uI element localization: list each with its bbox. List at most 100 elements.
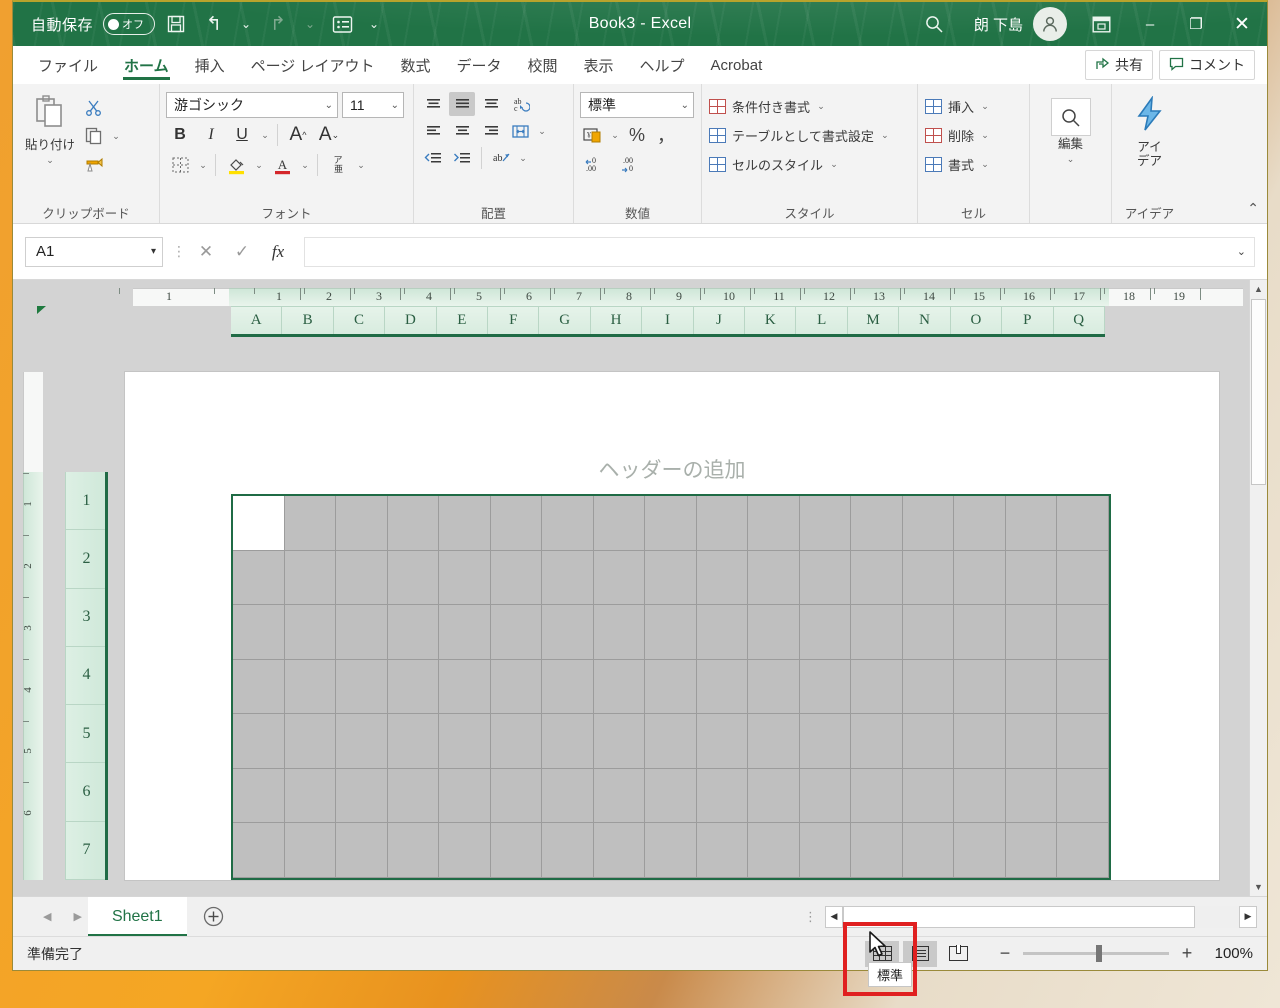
cell-Q3[interactable] bbox=[1057, 605, 1109, 660]
cell-F3[interactable] bbox=[490, 605, 543, 660]
worksheet-canvas[interactable]: 1 1 2 3 4 5 6 7 8 9 10 11 12 13 14 15 16 17 18 19 ABCDEFGHI… bbox=[13, 280, 1267, 896]
cell-I2[interactable] bbox=[645, 550, 697, 606]
cell-A6[interactable] bbox=[233, 768, 285, 824]
cancel-formula-button[interactable]: ✕ bbox=[189, 238, 223, 266]
scroll-up-icon[interactable]: ▲ bbox=[1249, 280, 1267, 298]
cell-K1[interactable] bbox=[748, 496, 800, 551]
align-right-icon[interactable] bbox=[478, 119, 504, 143]
undo-icon[interactable]: ↰ bbox=[197, 8, 231, 40]
cell-M6[interactable] bbox=[851, 768, 903, 824]
maximize-button[interactable]: ❐ bbox=[1173, 2, 1219, 46]
avatar[interactable] bbox=[1033, 7, 1067, 41]
cell-N7[interactable] bbox=[902, 823, 955, 878]
insert-function-button[interactable]: fx bbox=[261, 238, 295, 266]
comments-button[interactable]: コメント bbox=[1159, 50, 1255, 80]
cell-Q5[interactable] bbox=[1057, 714, 1109, 769]
bold-button[interactable]: B bbox=[166, 122, 194, 148]
cell-N6[interactable] bbox=[902, 768, 955, 824]
font-family-combo[interactable]: 游ゴシック ⌄ bbox=[166, 92, 338, 118]
cell-Q7[interactable] bbox=[1057, 823, 1109, 878]
font-color-dropdown-icon[interactable]: ⌄ bbox=[299, 160, 311, 171]
cell-Q6[interactable] bbox=[1057, 768, 1109, 824]
chevron-down-icon[interactable]: ⌄ bbox=[385, 100, 399, 111]
column-header-n[interactable]: N bbox=[899, 306, 951, 334]
cell-G4[interactable] bbox=[542, 659, 594, 715]
cell-M2[interactable] bbox=[851, 550, 903, 606]
cell-B6[interactable] bbox=[284, 768, 337, 824]
cell-E6[interactable] bbox=[439, 768, 491, 824]
cell-P6[interactable] bbox=[1005, 768, 1058, 824]
increase-indent-icon[interactable] bbox=[449, 146, 475, 170]
vertical-scroll-thumb[interactable] bbox=[1251, 299, 1266, 485]
close-button[interactable]: ✕ bbox=[1219, 2, 1265, 46]
cell-A4[interactable] bbox=[233, 659, 285, 715]
cell-P5[interactable] bbox=[1005, 714, 1058, 769]
sheet-prev-icon[interactable]: ◀ bbox=[43, 910, 51, 923]
cell-L2[interactable] bbox=[799, 550, 852, 606]
horizontal-ruler[interactable]: 1 1 2 3 4 5 6 7 8 9 10 11 12 13 14 15 16 17 18 19 bbox=[13, 280, 1267, 306]
cell-I1[interactable] bbox=[645, 496, 697, 551]
cell-J7[interactable] bbox=[696, 823, 749, 878]
cell-A3[interactable] bbox=[233, 605, 285, 660]
page-sheet[interactable]: ヘッダーの追加 bbox=[125, 372, 1219, 880]
cell-N2[interactable] bbox=[902, 550, 955, 606]
cell-P4[interactable] bbox=[1005, 659, 1058, 715]
borders-icon[interactable] bbox=[166, 152, 194, 178]
conditional-formatting-button[interactable]: 条件付き書式 ⌄ bbox=[708, 94, 827, 119]
cell-K4[interactable] bbox=[748, 659, 800, 715]
phonetic-dropdown-icon[interactable]: ⌄ bbox=[355, 160, 367, 171]
cell-D4[interactable] bbox=[387, 659, 440, 715]
cell-N1[interactable] bbox=[902, 496, 955, 551]
align-middle-icon[interactable] bbox=[449, 92, 475, 116]
phonetic-guide-icon[interactable]: ア亜 bbox=[324, 152, 352, 178]
cell-styles-button[interactable]: セルのスタイル ⌄ bbox=[708, 152, 840, 177]
cell-F4[interactable] bbox=[490, 659, 543, 715]
touch-mode-icon[interactable] bbox=[325, 8, 359, 40]
tab-review[interactable]: 校閲 bbox=[515, 46, 571, 84]
row-header-3[interactable]: 3 bbox=[65, 588, 107, 647]
column-headers[interactable]: ABCDEFGHIJKLMNOPQ bbox=[231, 306, 1105, 334]
chevron-down-icon[interactable]: ⌄ bbox=[675, 100, 689, 111]
column-header-h[interactable]: H bbox=[590, 306, 643, 334]
align-top-icon[interactable] bbox=[420, 92, 446, 116]
insert-cells-button[interactable]: 挿入 ⌄ bbox=[924, 94, 991, 119]
cell-J3[interactable] bbox=[696, 605, 749, 660]
column-header-a[interactable]: A bbox=[231, 306, 283, 334]
format-as-table-button[interactable]: テーブルとして書式設定 ⌄ bbox=[708, 123, 891, 148]
horizontal-scroll-thumb[interactable] bbox=[843, 905, 1196, 928]
cell-J4[interactable] bbox=[696, 659, 749, 715]
hscroll-track[interactable] bbox=[843, 905, 1239, 928]
paste-button[interactable]: 貼り付け ⌄ bbox=[19, 92, 81, 166]
cell-M4[interactable] bbox=[851, 659, 903, 715]
minimize-button[interactable]: – bbox=[1127, 2, 1173, 46]
chevron-down-icon[interactable]: ⌄ bbox=[979, 159, 991, 170]
column-header-p[interactable]: P bbox=[1002, 306, 1054, 334]
cell-G1[interactable] bbox=[542, 496, 594, 551]
tab-data[interactable]: データ bbox=[443, 46, 514, 84]
chevron-down-icon[interactable]: ⌄ bbox=[319, 100, 333, 111]
cell-N5[interactable] bbox=[902, 714, 955, 769]
column-header-i[interactable]: I bbox=[642, 306, 694, 334]
cell-H7[interactable] bbox=[593, 823, 646, 878]
row-header-7[interactable]: 7 bbox=[65, 821, 107, 880]
tab-help[interactable]: ヘルプ bbox=[627, 46, 698, 84]
column-header-f[interactable]: F bbox=[488, 306, 540, 334]
cell-B1[interactable] bbox=[284, 496, 337, 551]
tab-split-handle[interactable]: ⋮ bbox=[804, 910, 817, 923]
comma-style-button[interactable]: ， bbox=[653, 123, 679, 147]
qat-more-icon[interactable]: ⌄ bbox=[363, 8, 385, 40]
zoom-level-label[interactable]: 100% bbox=[1205, 945, 1253, 962]
zoom-in-button[interactable]: + bbox=[1179, 943, 1195, 964]
vertical-ruler[interactable]: 1 2 3 4 5 6 bbox=[13, 280, 43, 896]
name-box-dropdown-icon[interactable]: ▾ bbox=[151, 246, 156, 257]
cell-Q2[interactable] bbox=[1057, 550, 1109, 606]
cell-D3[interactable] bbox=[387, 605, 440, 660]
fill-color-icon[interactable] bbox=[222, 152, 250, 178]
decrease-indent-icon[interactable] bbox=[420, 146, 446, 170]
tab-home[interactable]: ホーム bbox=[111, 46, 182, 84]
tab-formulas[interactable]: 数式 bbox=[387, 46, 443, 84]
column-header-m[interactable]: M bbox=[847, 306, 900, 334]
cell-M5[interactable] bbox=[851, 714, 903, 769]
name-box[interactable]: A1 ▾ bbox=[25, 236, 163, 267]
sheet-next-icon[interactable]: ▶ bbox=[73, 910, 81, 923]
